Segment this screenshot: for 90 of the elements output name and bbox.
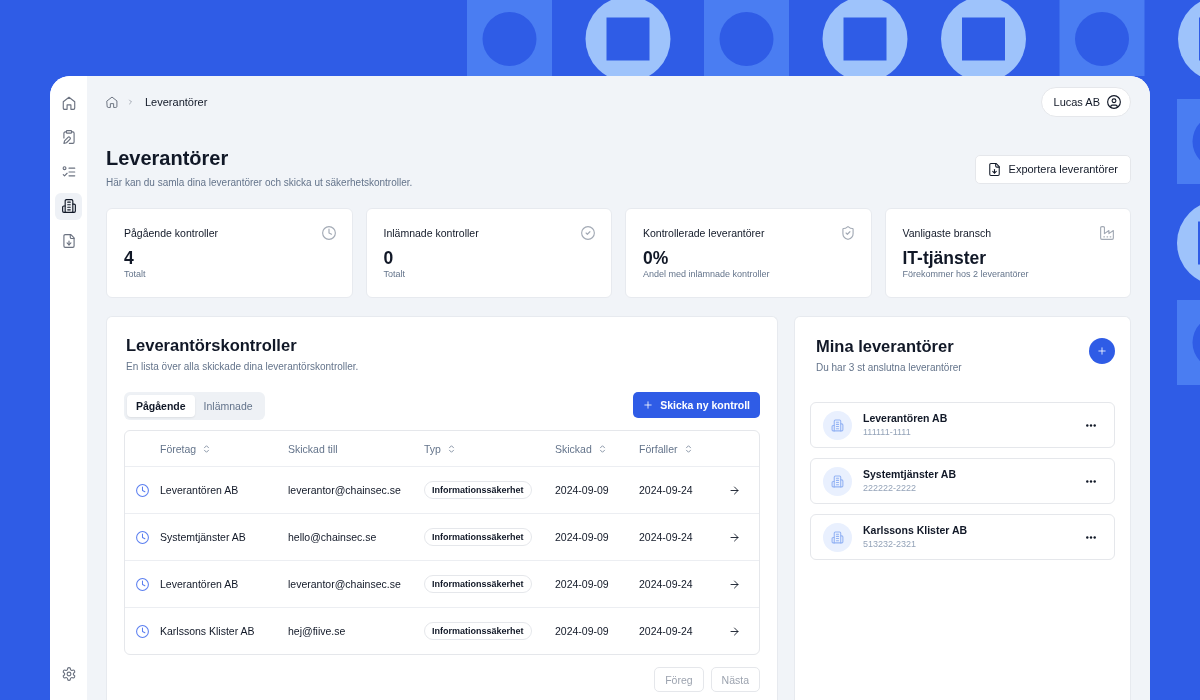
check-circle-icon — [581, 226, 595, 240]
account-button[interactable]: Lucas AB — [1040, 87, 1131, 117]
supplier-card[interactable]: Karlssons Klister AB 513232-2321 — [810, 514, 1115, 560]
sidebar-item[interactable] — [55, 192, 82, 220]
table-cell-text: 2024-09-24 — [639, 625, 694, 637]
column-header: Skickad till — [288, 442, 338, 455]
file-download-icon — [61, 233, 76, 248]
arrow-right-icon[interactable] — [729, 625, 740, 637]
stat-title: Kontrollerade leverantörer — [643, 226, 765, 240]
clock-icon — [136, 530, 149, 544]
stat-value: 0 — [383, 248, 395, 268]
column-header[interactable]: Typ — [424, 442, 456, 455]
table-cell-text: 2024-09-09 — [555, 578, 610, 590]
table-cell-text: 2024-09-24 — [639, 578, 694, 590]
building-icon — [61, 199, 76, 213]
stat-title: Inlämnade kontroller — [383, 226, 479, 240]
arrow-right-icon[interactable] — [729, 484, 740, 496]
page-title: Leverantörer — [106, 148, 230, 168]
plus-icon — [1097, 346, 1107, 356]
shield-check-icon — [840, 226, 855, 240]
building-icon — [823, 466, 852, 496]
building-icon — [823, 410, 852, 440]
home-icon — [61, 95, 76, 110]
arrow-right-icon[interactable] — [729, 531, 740, 543]
export-button[interactable]: Exportera leverantörer — [974, 154, 1131, 184]
more-icon[interactable] — [1086, 423, 1096, 427]
user-circle-icon — [1107, 95, 1121, 109]
more-icon[interactable] — [1086, 535, 1096, 539]
clock-icon — [136, 577, 149, 591]
home-icon[interactable] — [106, 96, 118, 108]
card-title: Mina leverantörer — [816, 336, 955, 356]
stat-value: 4 — [124, 248, 135, 268]
sort-icon — [202, 443, 212, 454]
tab[interactable]: Inlämnade — [194, 395, 262, 417]
add-button[interactable] — [1089, 338, 1115, 364]
stat-title: Vanligaste bransch — [902, 226, 992, 240]
new-control-button[interactable]: Skicka ny kontroll — [633, 392, 760, 418]
more-icon[interactable] — [1086, 479, 1096, 483]
table-cell-text: Systemtjänster AB — [160, 531, 247, 543]
supplier-name: Systemtjänster AB — [863, 468, 957, 481]
chevron-right-icon — [127, 98, 134, 106]
table-cell-text: leverantor@chainsec.se — [288, 578, 402, 590]
file-download-icon — [987, 162, 1001, 176]
settings-icon[interactable] — [61, 667, 76, 681]
stat-value: 0% — [643, 248, 670, 268]
table-cell-text: 2024-09-24 — [639, 484, 694, 496]
table-cell-text: leverantor@chainsec.se — [288, 484, 402, 496]
table-cell-text: hello@chainsec.se — [288, 531, 378, 543]
card-subtitle: Du har 3 st anslutna leverantörer — [816, 361, 962, 375]
sort-icon — [597, 443, 607, 454]
supplier-card[interactable]: Systemtjänster AB 222222-2222 — [810, 458, 1115, 504]
stat-title: Pågående kontroller — [124, 226, 218, 240]
table-cell-text: 2024-09-24 — [639, 531, 694, 543]
org-number: 513232-2321 — [863, 538, 918, 550]
tab[interactable]: Pågående — [127, 395, 195, 417]
clock-icon — [321, 226, 336, 240]
stat-caption: Andel med inlämnade kontroller — [643, 268, 771, 280]
checklist-icon — [61, 164, 76, 179]
clipboard-pen-icon — [61, 130, 76, 144]
column-header[interactable]: Företag — [160, 442, 212, 455]
breadcrumb-current: Leverantörer — [145, 96, 208, 108]
sort-icon — [446, 443, 456, 454]
stat-caption: Totalt — [383, 268, 406, 280]
table-cell-text: 2024-09-09 — [555, 484, 610, 496]
sort-icon — [683, 443, 693, 454]
table-cell-text: hej@fiive.se — [288, 625, 347, 637]
building-icon — [823, 522, 852, 552]
card-subtitle: En lista över alla skickade dina leverantörskontroller. — [126, 360, 360, 374]
card-title: Leverantörskontroller — [126, 335, 298, 355]
table-cell-text: Karlssons Klister AB — [160, 625, 256, 637]
org-number: 111111-1111 — [863, 426, 912, 438]
plus-icon — [643, 400, 654, 410]
table-cell-text: 2024-09-09 — [555, 625, 610, 637]
table-cell-text: 2024-09-09 — [555, 531, 610, 543]
supplier-card[interactable]: Leverantören AB 111111-1111 — [810, 402, 1115, 448]
stat-caption: Förekommer hos 2 leverantörer — [902, 268, 1030, 280]
column-header[interactable]: Skickad — [555, 442, 607, 455]
supplier-name: Leverantören AB — [863, 412, 949, 425]
column-header[interactable]: Förfaller — [639, 442, 693, 455]
factory-icon — [1100, 226, 1114, 240]
page-subtitle: Här kan du samla dina leverantörer och skicka ut säkerhetskontroller. — [106, 176, 413, 190]
clock-icon — [136, 624, 149, 638]
supplier-name: Karlssons Klister AB — [863, 524, 969, 537]
arrow-right-icon[interactable] — [729, 578, 740, 590]
stat-caption: Totalt — [124, 268, 147, 280]
clock-icon — [136, 483, 149, 497]
table-cell-text: Leverantören AB — [160, 484, 240, 496]
stat-value: IT-tjänster — [902, 248, 988, 268]
table-cell-text: Leverantören AB — [160, 578, 240, 590]
org-number: 222222-2222 — [863, 482, 918, 494]
